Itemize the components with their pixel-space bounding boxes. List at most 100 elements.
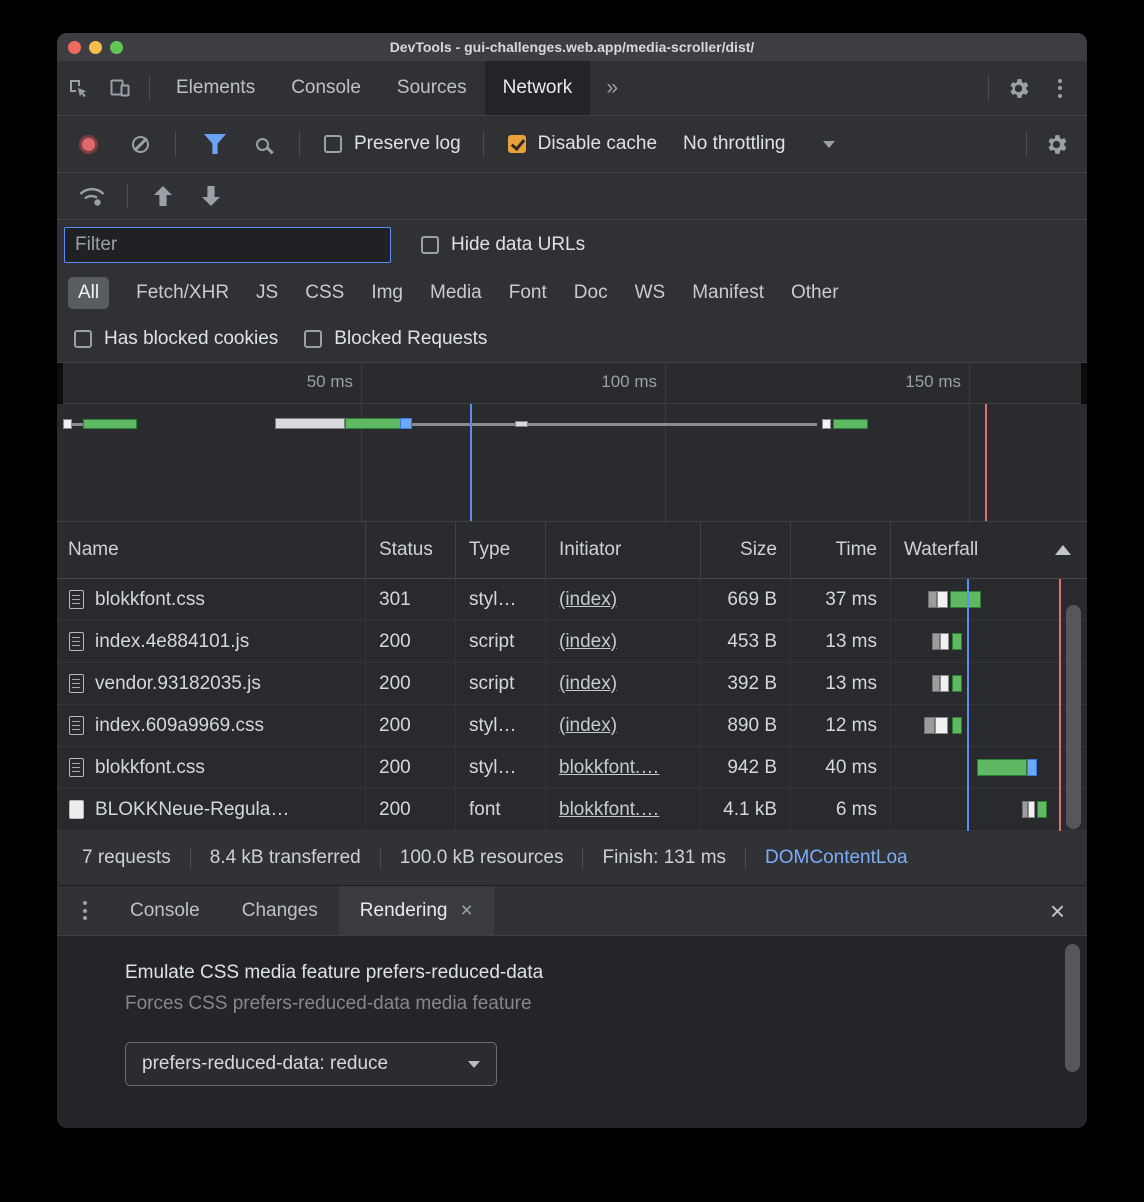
preserve-log-label: Preserve log bbox=[354, 133, 461, 155]
table-row[interactable]: index.4e884101.js 200 script (index) 453… bbox=[57, 621, 1087, 663]
close-drawer-button[interactable]: × bbox=[1050, 898, 1065, 924]
request-time: 37 ms bbox=[790, 579, 890, 620]
requests-table-body: blokkfont.css 301 styl… (index) 669 B 37… bbox=[57, 579, 1087, 831]
table-row[interactable]: blokkfont.css 200 styl… blokkfont.… 942 … bbox=[57, 747, 1087, 789]
vertical-scrollbar[interactable] bbox=[1065, 944, 1080, 1072]
request-type: styl… bbox=[455, 579, 545, 620]
table-row[interactable]: vendor.93182035.js 200 script (index) 39… bbox=[57, 663, 1087, 705]
chevron-down-icon[interactable] bbox=[823, 141, 835, 148]
zoom-window-button[interactable] bbox=[110, 41, 123, 54]
column-header-status[interactable]: Status bbox=[365, 522, 455, 578]
tick-label: 50 ms bbox=[273, 372, 353, 392]
tab-sources[interactable]: Sources bbox=[379, 61, 485, 115]
setting-description: Forces CSS prefers-reduced-data media fe… bbox=[125, 993, 1087, 1015]
prefers-reduced-data-select[interactable]: prefers-reduced-data: reduce bbox=[125, 1042, 497, 1086]
load-marker-line bbox=[985, 404, 987, 521]
export-har-button[interactable] bbox=[190, 175, 232, 217]
title-bar: DevTools - gui-challenges.web.app/media-… bbox=[57, 33, 1087, 61]
more-options-button[interactable] bbox=[1039, 67, 1081, 109]
initiator-link[interactable]: (index) bbox=[559, 631, 617, 653]
has-blocked-cookies-checkbox[interactable] bbox=[74, 330, 92, 348]
chip-media[interactable]: Media bbox=[430, 282, 482, 304]
chip-fetch-xhr[interactable]: Fetch/XHR bbox=[136, 282, 229, 304]
blocked-requests-checkbox[interactable] bbox=[304, 330, 322, 348]
chip-ws[interactable]: WS bbox=[635, 282, 666, 304]
vertical-scrollbar[interactable] bbox=[1066, 605, 1081, 829]
tab-elements[interactable]: Elements bbox=[158, 61, 273, 115]
filter-toggle-icon[interactable] bbox=[204, 134, 226, 154]
request-size: 4.1 kB bbox=[700, 789, 790, 830]
chip-manifest[interactable]: Manifest bbox=[692, 282, 764, 304]
settings-button[interactable] bbox=[997, 67, 1039, 109]
chip-other[interactable]: Other bbox=[791, 282, 839, 304]
search-icon[interactable] bbox=[256, 138, 269, 151]
drawer-tab-rendering[interactable]: Rendering × bbox=[339, 886, 494, 935]
main-tab-bar: Elements Console Sources Network » bbox=[57, 61, 1087, 116]
font-file-icon bbox=[69, 800, 84, 819]
divider bbox=[483, 131, 484, 157]
filter-input[interactable] bbox=[64, 227, 391, 263]
drawer-menu-button[interactable] bbox=[83, 901, 87, 920]
summary-bar: 7 requests 8.4 kB transferred 100.0 kB r… bbox=[57, 831, 1087, 886]
column-header-size[interactable]: Size bbox=[700, 522, 790, 578]
import-har-button[interactable] bbox=[142, 175, 184, 217]
initiator-link[interactable]: (index) bbox=[559, 589, 617, 611]
network-toolbar-secondary bbox=[57, 173, 1087, 220]
column-header-name[interactable]: Name bbox=[57, 522, 365, 578]
table-row[interactable]: index.609a9969.css 200 styl… (index) 890… bbox=[57, 705, 1087, 747]
column-header-type[interactable]: Type bbox=[455, 522, 545, 578]
initiator-link[interactable]: blokkfont.… bbox=[559, 757, 659, 779]
request-name: index.609a9969.css bbox=[95, 715, 264, 737]
overview-right-handle[interactable] bbox=[1081, 363, 1087, 404]
tick-label: 100 ms bbox=[577, 372, 657, 392]
column-header-waterfall[interactable]: Waterfall bbox=[890, 522, 1087, 578]
column-header-time[interactable]: Time bbox=[790, 522, 890, 578]
tab-console[interactable]: Console bbox=[273, 61, 379, 115]
drawer-tab-bar: Console Changes Rendering × × bbox=[57, 886, 1087, 936]
chip-js[interactable]: JS bbox=[256, 282, 278, 304]
record-button[interactable] bbox=[79, 135, 98, 154]
network-settings-button[interactable] bbox=[1035, 123, 1077, 165]
divider bbox=[988, 75, 989, 101]
chip-all[interactable]: All bbox=[68, 277, 109, 309]
table-row[interactable]: blokkfont.css 301 styl… (index) 669 B 37… bbox=[57, 579, 1087, 621]
preserve-log-checkbox[interactable] bbox=[324, 135, 342, 153]
table-row[interactable]: BLOKKNeue-Regula… 200 font blokkfont.… 4… bbox=[57, 789, 1087, 831]
network-overview[interactable]: 50 ms 100 ms 150 ms bbox=[57, 362, 1087, 522]
more-tabs-button[interactable]: » bbox=[590, 76, 634, 100]
tab-network[interactable]: Network bbox=[485, 61, 591, 115]
inspect-element-button[interactable] bbox=[57, 67, 99, 109]
initiator-link[interactable]: (index) bbox=[559, 715, 617, 737]
throttling-select[interactable]: No throttling bbox=[683, 133, 785, 155]
divider bbox=[127, 183, 128, 209]
minimize-window-button[interactable] bbox=[89, 41, 102, 54]
request-name: BLOKKNeue-Regula… bbox=[95, 799, 289, 821]
request-type: script bbox=[455, 663, 545, 704]
chip-css[interactable]: CSS bbox=[305, 282, 344, 304]
clear-button[interactable] bbox=[132, 136, 149, 153]
overview-left-handle[interactable] bbox=[57, 363, 63, 404]
close-window-button[interactable] bbox=[68, 41, 81, 54]
drawer-tab-changes[interactable]: Changes bbox=[221, 886, 339, 935]
initiator-link[interactable]: (index) bbox=[559, 673, 617, 695]
initiator-link[interactable]: blokkfont.… bbox=[559, 799, 659, 821]
drawer-tab-console[interactable]: Console bbox=[109, 886, 221, 935]
gridline bbox=[969, 363, 970, 521]
rendering-pane: Emulate CSS media feature prefers-reduce… bbox=[57, 936, 1087, 1128]
request-type: script bbox=[455, 621, 545, 662]
chip-doc[interactable]: Doc bbox=[574, 282, 608, 304]
network-conditions-button[interactable] bbox=[71, 175, 113, 217]
hide-data-urls-checkbox[interactable] bbox=[421, 236, 439, 254]
request-name: vendor.93182035.js bbox=[95, 673, 261, 695]
divider bbox=[175, 131, 176, 157]
disable-cache-checkbox[interactable] bbox=[508, 135, 526, 153]
device-toolbar-button[interactable] bbox=[99, 67, 141, 109]
request-size: 890 B bbox=[700, 705, 790, 746]
close-tab-icon[interactable]: × bbox=[460, 900, 472, 921]
request-time: 13 ms bbox=[790, 663, 890, 704]
kebab-icon bbox=[1058, 79, 1062, 98]
resources-size: 100.0 kB resources bbox=[380, 847, 583, 869]
column-header-initiator[interactable]: Initiator bbox=[545, 522, 700, 578]
chip-font[interactable]: Font bbox=[509, 282, 547, 304]
chip-img[interactable]: Img bbox=[371, 282, 403, 304]
